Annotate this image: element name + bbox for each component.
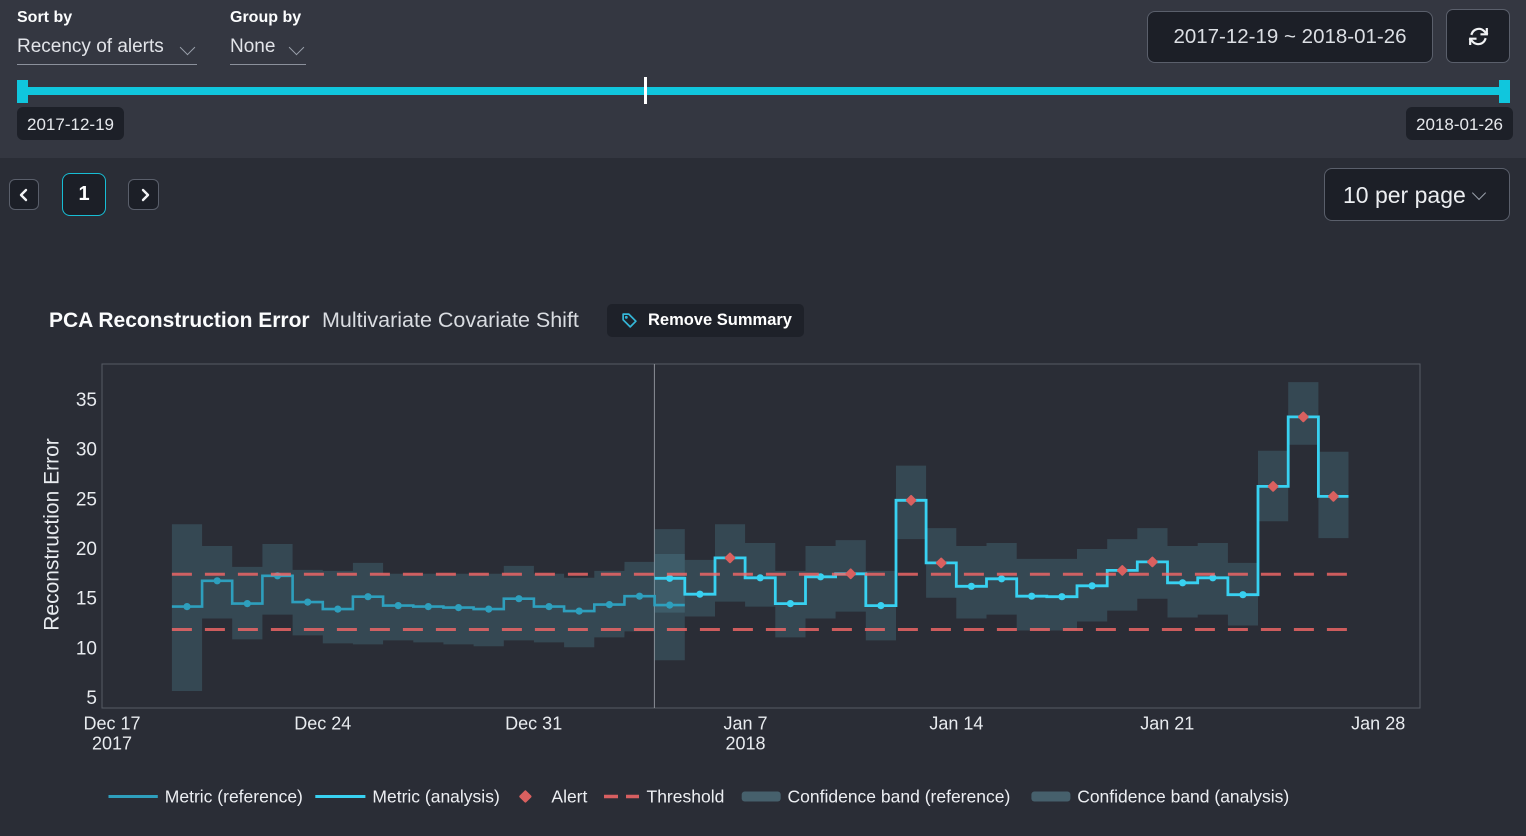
svg-text:35: 35 [76, 390, 97, 411]
svg-text:30: 30 [76, 440, 97, 461]
svg-text:2018: 2018 [725, 734, 765, 754]
svg-text:Confidence band (analysis): Confidence band (analysis) [1077, 787, 1289, 807]
svg-text:Threshold: Threshold [647, 787, 725, 807]
svg-text:Jan 28: Jan 28 [1351, 714, 1405, 734]
svg-text:Jan 21: Jan 21 [1140, 714, 1194, 734]
svg-text:Reconstruction Error: Reconstruction Error [41, 438, 64, 631]
svg-text:5: 5 [86, 688, 97, 709]
svg-text:20: 20 [76, 539, 97, 560]
svg-text:Alert: Alert [551, 787, 587, 807]
svg-text:Confidence band (reference): Confidence band (reference) [788, 787, 1011, 807]
svg-text:2017: 2017 [92, 734, 132, 754]
svg-text:15: 15 [76, 589, 97, 610]
svg-text:Jan 14: Jan 14 [929, 714, 983, 734]
svg-text:Dec 31: Dec 31 [505, 714, 562, 734]
svg-text:10: 10 [76, 639, 97, 660]
svg-text:Dec 24: Dec 24 [294, 714, 351, 734]
svg-text:Metric (analysis): Metric (analysis) [372, 787, 499, 807]
svg-text:Dec 17: Dec 17 [83, 714, 140, 734]
svg-text:Jan 7: Jan 7 [723, 714, 767, 734]
svg-text:25: 25 [76, 490, 97, 511]
svg-text:Metric (reference): Metric (reference) [165, 787, 303, 807]
